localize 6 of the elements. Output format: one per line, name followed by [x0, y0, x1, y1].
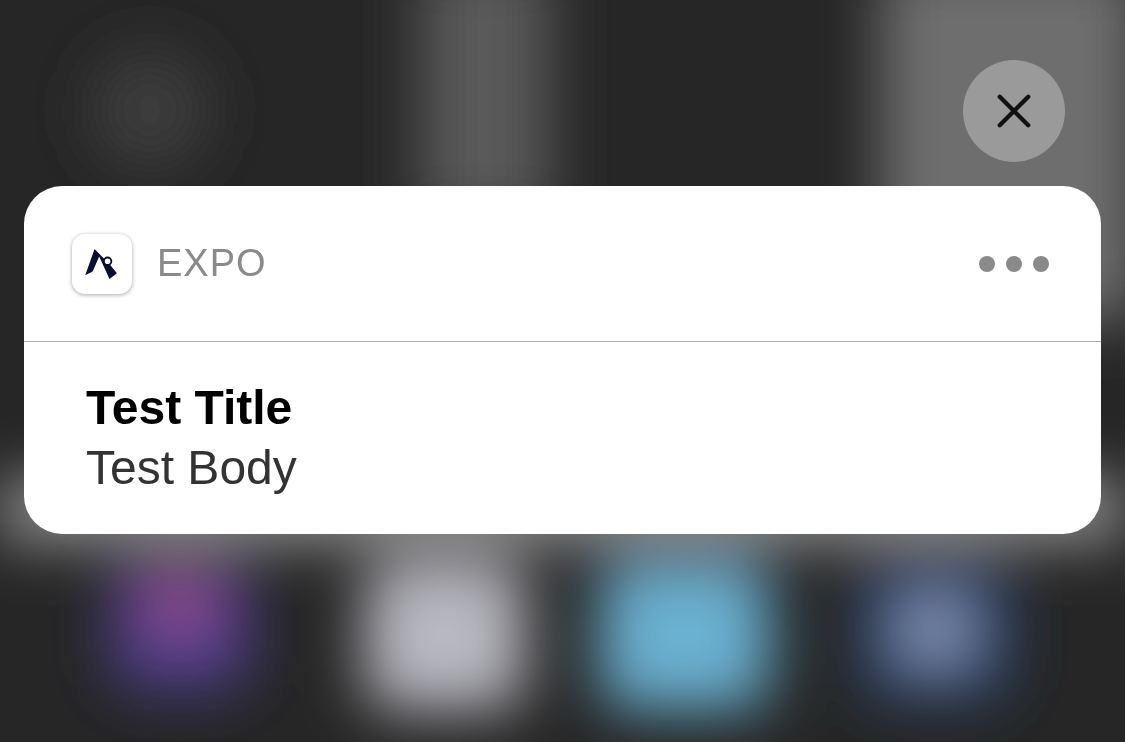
close-icon: [995, 92, 1033, 130]
notification-title: Test Title: [86, 380, 294, 436]
notification-card[interactable]: EXPO Test Title Test Body: [24, 186, 1101, 534]
more-icon: [979, 254, 1049, 273]
app-name: EXPO: [157, 242, 268, 285]
notification-body: Test Body: [86, 440, 298, 496]
